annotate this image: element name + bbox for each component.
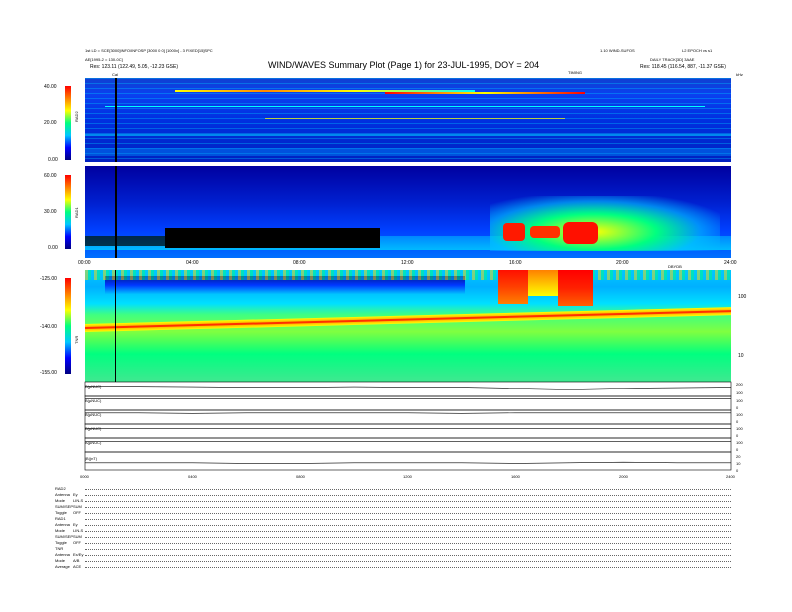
- footer-row-line-10: [85, 549, 731, 550]
- footer-key-11: Antenna: [55, 552, 70, 557]
- line-series-2: [85, 412, 731, 414]
- line-right-tick-0a: 200: [736, 382, 743, 387]
- footer-key-2: Mode: [55, 498, 66, 503]
- line-right-tick-1b: 0: [736, 405, 739, 410]
- line-right-tick-0b: 100: [736, 390, 743, 395]
- footer-key-13: Average: [55, 564, 70, 569]
- line-panel-frame-4: [84, 437, 732, 453]
- line-right-tick-3b: 0: [736, 433, 739, 438]
- footer-row-line-13: [85, 567, 731, 568]
- footer-row-line-2: [85, 501, 731, 502]
- footer-key-0: RAD2: [55, 486, 66, 491]
- footer-row-line-0: [85, 489, 731, 490]
- footer-key-8: SUM/SEP: [55, 534, 74, 539]
- line-time-label-1: 0400: [188, 474, 197, 479]
- line-time-label-3: 1200: [403, 474, 412, 479]
- line-right-tick-1a: 100: [736, 398, 743, 403]
- footer-value-6: Ey: [73, 522, 78, 527]
- line-time-label-5: 2000: [619, 474, 628, 479]
- line-time-label-0: 0000: [80, 474, 89, 479]
- line-series-0: [85, 386, 732, 390]
- footer-key-6: Antenna: [55, 522, 70, 527]
- line-right-tick-4b: 0: [736, 447, 739, 452]
- line-label-5: |B|(nT): [85, 456, 98, 461]
- footer-value-11: Ex/Ey: [73, 552, 84, 557]
- line-panels-svg: [84, 381, 732, 471]
- line-right-tick-4a: 100: [736, 440, 743, 445]
- footer-key-1: Antenna: [55, 492, 70, 497]
- footer-row-line-5: [85, 519, 731, 520]
- footer-value-9: OFF: [73, 540, 81, 545]
- line-panel-frame-0: [84, 381, 732, 397]
- line-right-tick-3a: 100: [736, 426, 743, 431]
- footer-key-7: Mode: [55, 528, 66, 533]
- footer-row-line-7: [85, 531, 731, 532]
- line-series-5: [85, 461, 731, 464]
- footer-row-line-11: [85, 555, 731, 556]
- footer-value-12: A/B: [73, 558, 80, 563]
- footer-value-3: SUM: [73, 504, 82, 509]
- line-label-0: B(µNUC): [85, 384, 102, 389]
- footer-key-10: TNR: [55, 546, 64, 551]
- footer-key-9: Toggle: [55, 540, 67, 545]
- line-panel-frame-2: [84, 409, 732, 425]
- footer-row-line-12: [85, 561, 731, 562]
- line-label-1: B(µNUC): [85, 398, 102, 403]
- footer-key-4: Toggle: [55, 510, 67, 515]
- line-label-2: B(µNUC): [85, 412, 102, 417]
- line-right-tick-5c: 0: [736, 468, 739, 473]
- line-panel-frame-3: [84, 423, 732, 439]
- footer-row-line-4: [85, 513, 731, 514]
- line-right-tick-5b: 10: [736, 461, 741, 466]
- line-label-3: B(µNUC): [85, 426, 102, 431]
- footer-row-line-6: [85, 525, 731, 526]
- footer-value-8: SUM: [73, 534, 82, 539]
- line-right-tick-5a: 20: [736, 454, 741, 459]
- footer-value-7: LIN-S: [73, 528, 84, 533]
- line-time-label-2: 0800: [296, 474, 305, 479]
- footer-key-12: Mode: [55, 558, 66, 563]
- footer-row-line-8: [85, 537, 731, 538]
- line-panel-frame-5: [84, 451, 732, 471]
- footer-key-3: SUM/SEP: [55, 504, 74, 509]
- footer-value-2: LIN-S: [73, 498, 84, 503]
- footer-value-13: ACE: [73, 564, 82, 569]
- footer-value-4: OFF: [73, 510, 81, 515]
- line-right-tick-2a: 100: [736, 412, 743, 417]
- footer-key-5: RAD1: [55, 516, 66, 521]
- footer-row-line-1: [85, 495, 731, 496]
- footer-row-line-3: [85, 507, 731, 508]
- line-right-tick-2b: 0: [736, 419, 739, 424]
- footer-value-1: Ey: [73, 492, 78, 497]
- footer-row-line-9: [85, 543, 731, 544]
- line-time-label-4: 1600: [511, 474, 520, 479]
- line-time-label-6: 2400: [726, 474, 735, 479]
- line-label-4: A(µNUC): [85, 440, 102, 445]
